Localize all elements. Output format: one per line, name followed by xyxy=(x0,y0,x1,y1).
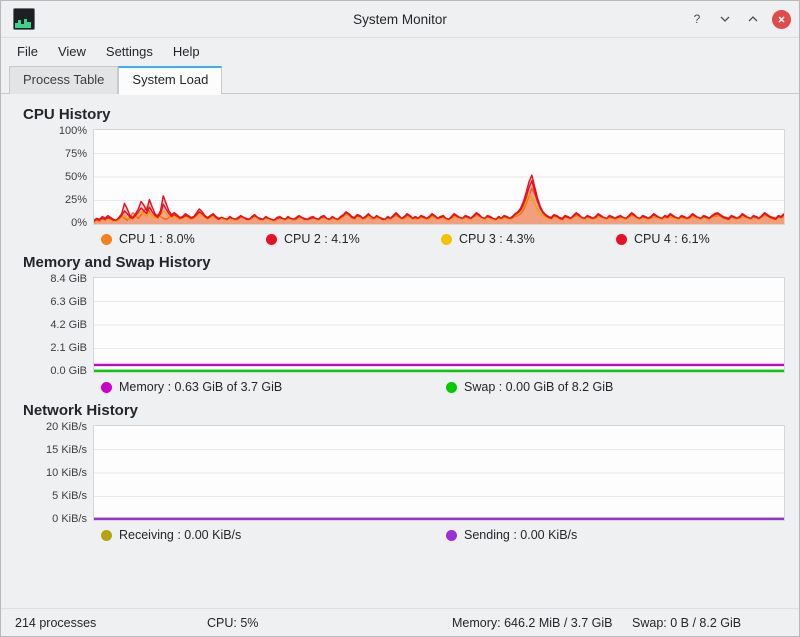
svg-text:?: ? xyxy=(694,12,701,26)
system-monitor-icon xyxy=(13,8,35,30)
legend-cpu2-label: CPU 2 : 4.1% xyxy=(284,232,360,246)
title-bar: System Monitor ? xyxy=(1,1,799,38)
legend-cpu3: CPU 3 : 4.3% xyxy=(441,232,616,246)
cpu-y-axis: 100% 75% 50% 25% 0% xyxy=(15,129,93,225)
legend-swap-label: Swap : 0.00 GiB of 8.2 GiB xyxy=(464,380,613,394)
status-cpu: CPU: 5% xyxy=(207,616,452,630)
memory-color-dot xyxy=(101,382,112,393)
system-monitor-window: System Monitor ? File View Settings Help… xyxy=(0,0,800,637)
tab-bar: Process Table System Load xyxy=(1,64,799,94)
memory-y-tick: 0.0 GiB xyxy=(50,366,87,377)
status-bar: 214 processes CPU: 5% Memory: 646.2 MiB … xyxy=(1,608,799,636)
network-graph-row: 20 KiB/s 15 KiB/s 10 KiB/s 5 KiB/s 0 KiB… xyxy=(15,425,785,521)
cpu3-color-dot xyxy=(441,234,452,245)
cpu-y-tick: 25% xyxy=(65,195,87,206)
cpu-history-title: CPU History xyxy=(23,106,785,123)
legend-memory: Memory : 0.63 GiB of 3.7 GiB xyxy=(101,380,446,394)
close-button[interactable] xyxy=(772,10,791,29)
legend-cpu4-label: CPU 4 : 6.1% xyxy=(634,232,710,246)
status-memory: Memory: 646.2 MiB / 3.7 GiB xyxy=(452,616,632,630)
network-history-section: Network History 20 KiB/s 15 KiB/s 10 KiB… xyxy=(15,402,785,542)
network-y-tick: 0 KiB/s xyxy=(52,514,87,525)
memory-history-title: Memory and Swap History xyxy=(23,254,785,271)
memory-y-tick: 8.4 GiB xyxy=(50,274,87,285)
network-legend: Receiving : 0.00 KiB/s Sending : 0.00 Ki… xyxy=(15,528,785,542)
cpu-history-section: CPU History 100% 75% 50% 25% 0% CPU 1 : … xyxy=(15,106,785,246)
menu-file[interactable]: File xyxy=(7,41,48,62)
menu-view[interactable]: View xyxy=(48,41,96,62)
memory-y-tick: 2.1 GiB xyxy=(50,343,87,354)
network-y-tick: 5 KiB/s xyxy=(52,491,87,502)
cpu-y-tick: 50% xyxy=(65,172,87,183)
help-button[interactable]: ? xyxy=(688,10,706,28)
network-history-graph[interactable] xyxy=(93,425,785,521)
cpu1-color-dot xyxy=(101,234,112,245)
memory-y-tick: 4.2 GiB xyxy=(50,320,87,331)
tab-filler xyxy=(222,93,799,94)
cpu-y-tick: 75% xyxy=(65,149,87,160)
minimize-button[interactable] xyxy=(716,10,734,28)
legend-swap: Swap : 0.00 GiB of 8.2 GiB xyxy=(446,380,613,394)
receiving-color-dot xyxy=(101,530,112,541)
legend-sending-label: Sending : 0.00 KiB/s xyxy=(464,528,577,542)
maximize-button[interactable] xyxy=(744,10,762,28)
system-load-panel: CPU History 100% 75% 50% 25% 0% CPU 1 : … xyxy=(1,94,799,608)
cpu-y-tick: 0% xyxy=(71,218,87,229)
cpu2-color-dot xyxy=(266,234,277,245)
cpu-legend: CPU 1 : 8.0% CPU 2 : 4.1% CPU 3 : 4.3% C… xyxy=(15,232,785,246)
legend-receiving-label: Receiving : 0.00 KiB/s xyxy=(119,528,241,542)
cpu-graph-row: 100% 75% 50% 25% 0% xyxy=(15,129,785,225)
swap-color-dot xyxy=(446,382,457,393)
memory-history-graph[interactable] xyxy=(93,277,785,373)
memory-y-axis: 8.4 GiB 6.3 GiB 4.2 GiB 2.1 GiB 0.0 GiB xyxy=(15,277,93,373)
memory-legend: Memory : 0.63 GiB of 3.7 GiB Swap : 0.00… xyxy=(15,380,785,394)
legend-cpu1-label: CPU 1 : 8.0% xyxy=(119,232,195,246)
legend-sending: Sending : 0.00 KiB/s xyxy=(446,528,577,542)
tab-system-load[interactable]: System Load xyxy=(118,66,222,94)
sending-color-dot xyxy=(446,530,457,541)
cpu-y-tick: 100% xyxy=(59,126,87,137)
network-y-tick: 10 KiB/s xyxy=(46,468,87,479)
menu-help[interactable]: Help xyxy=(163,41,210,62)
network-history-title: Network History xyxy=(23,402,785,419)
window-title: System Monitor xyxy=(1,12,799,27)
window-controls: ? xyxy=(688,10,791,29)
legend-cpu4: CPU 4 : 6.1% xyxy=(616,232,710,246)
network-y-axis: 20 KiB/s 15 KiB/s 10 KiB/s 5 KiB/s 0 KiB… xyxy=(15,425,93,521)
menu-settings[interactable]: Settings xyxy=(96,41,163,62)
legend-cpu3-label: CPU 3 : 4.3% xyxy=(459,232,535,246)
legend-receiving: Receiving : 0.00 KiB/s xyxy=(101,528,446,542)
legend-memory-label: Memory : 0.63 GiB of 3.7 GiB xyxy=(119,380,282,394)
status-swap: Swap: 0 B / 8.2 GiB xyxy=(632,616,741,630)
network-y-tick: 20 KiB/s xyxy=(46,422,87,433)
memory-history-section: Memory and Swap History 8.4 GiB 6.3 GiB … xyxy=(15,254,785,394)
legend-cpu2: CPU 2 : 4.1% xyxy=(266,232,441,246)
status-processes: 214 processes xyxy=(15,616,207,630)
memory-graph-row: 8.4 GiB 6.3 GiB 4.2 GiB 2.1 GiB 0.0 GiB xyxy=(15,277,785,373)
memory-y-tick: 6.3 GiB xyxy=(50,297,87,308)
tab-process-table[interactable]: Process Table xyxy=(9,66,118,94)
cpu4-color-dot xyxy=(616,234,627,245)
cpu-history-graph[interactable] xyxy=(93,129,785,225)
menu-bar: File View Settings Help xyxy=(1,38,799,64)
network-y-tick: 15 KiB/s xyxy=(46,445,87,456)
legend-cpu1: CPU 1 : 8.0% xyxy=(101,232,266,246)
